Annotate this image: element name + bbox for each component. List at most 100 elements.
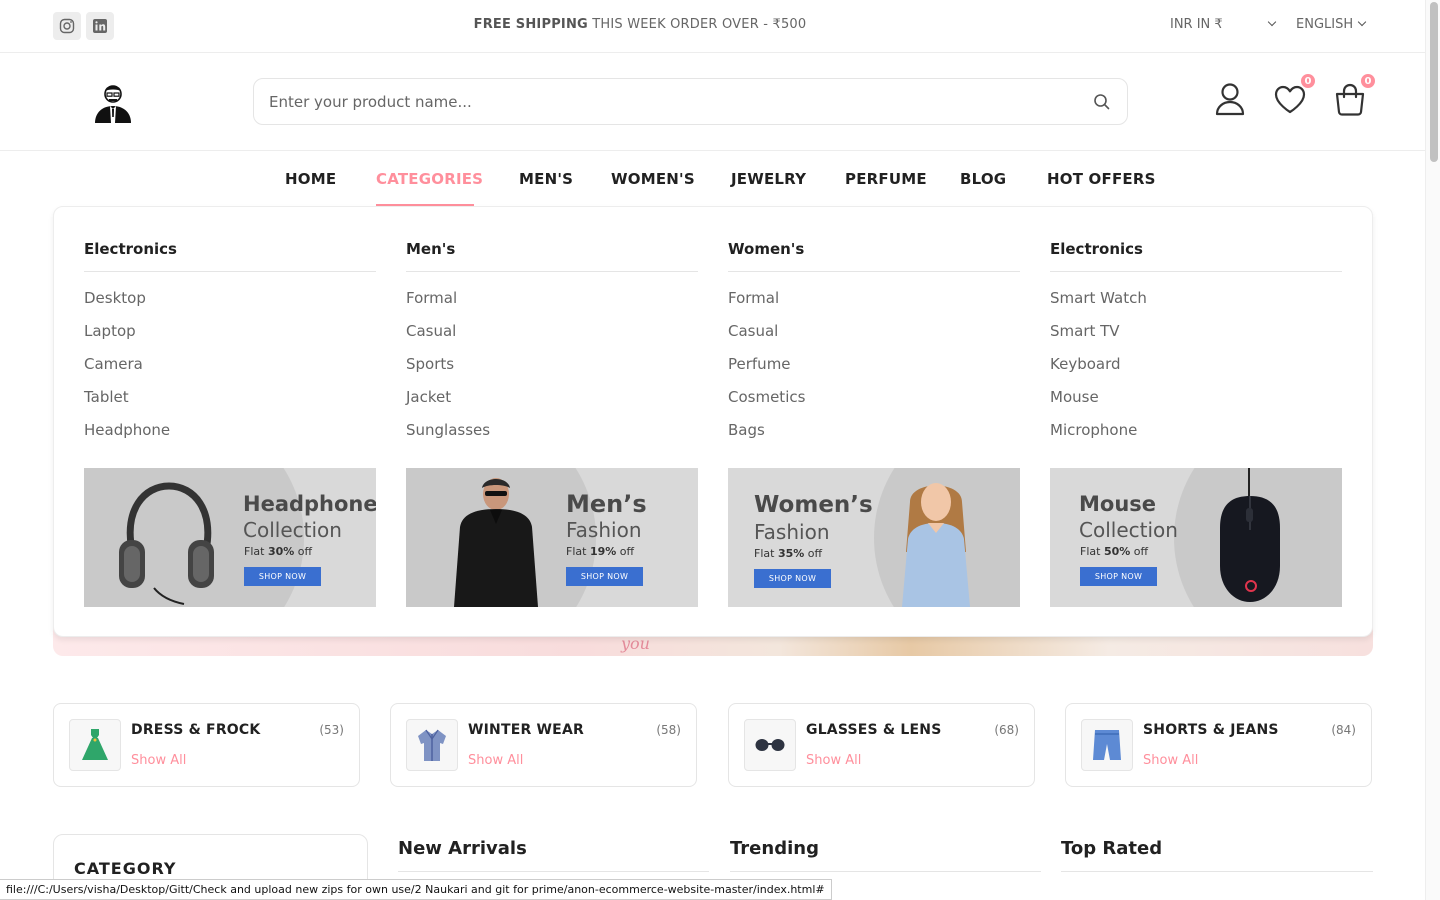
- dropdown-link[interactable]: Perfume: [728, 355, 1020, 388]
- mouse-banner[interactable]: Mouse Collection Flat 50% off SHOP NOW: [1050, 468, 1342, 607]
- banner-discount-value: 30%: [267, 545, 295, 558]
- headphone-banner[interactable]: Headphone Collection Flat 30% off SHOP N…: [84, 468, 376, 607]
- dropdown-link[interactable]: Laptop: [84, 322, 376, 355]
- section-title-trending: Trending: [730, 838, 819, 859]
- dropdown-link[interactable]: Keyboard: [1050, 355, 1342, 388]
- main-header: 0 0: [0, 53, 1425, 151]
- shipping-message-bold: FREE SHIPPING: [473, 17, 588, 32]
- category-card[interactable]: DRESS & FROCK (53) Show All: [53, 703, 360, 787]
- nav-home[interactable]: HOME: [285, 170, 336, 188]
- show-all-link[interactable]: Show All: [806, 753, 861, 768]
- show-all-link[interactable]: Show All: [131, 753, 186, 768]
- dropdown-link[interactable]: Microphone: [1050, 421, 1342, 454]
- dropdown-link[interactable]: Cosmetics: [728, 388, 1020, 421]
- user-icon[interactable]: [1212, 81, 1248, 117]
- language-value: ENGLISH: [1296, 17, 1354, 32]
- mens-fashion-banner[interactable]: Men’s Fashion Flat 19% off SHOP NOW: [406, 468, 698, 607]
- dropdown-link[interactable]: Camera: [84, 355, 376, 388]
- section-divider: [730, 871, 1041, 872]
- language-select[interactable]: ENGLISH: [1296, 17, 1367, 32]
- banner-subheading: Collection: [1079, 518, 1178, 542]
- banner-heading: Headphone: [243, 492, 376, 516]
- nav-womens[interactable]: WOMEN'S: [611, 170, 695, 188]
- banner-discount: Flat 19% off: [566, 545, 634, 558]
- wishlist-icon[interactable]: 0: [1272, 73, 1316, 117]
- nav-hot-offers[interactable]: HOT OFFERS: [1047, 170, 1156, 188]
- dropdown-link[interactable]: Casual: [728, 322, 1020, 355]
- category-card[interactable]: WINTER WEAR (58) Show All: [390, 703, 697, 787]
- search-input[interactable]: [254, 79, 1054, 124]
- man-image: [454, 478, 538, 607]
- banner-subheading: Collection: [243, 518, 342, 542]
- nav-jewelry[interactable]: JEWELRY: [731, 170, 806, 188]
- scrollbar-thumb[interactable]: [1430, 2, 1438, 162]
- main-nav: HOME CATEGORIES MEN'S WOMEN'S JEWELRY PE…: [0, 151, 1425, 206]
- top-bar: FREE SHIPPING THIS WEEK ORDER OVER - ₹50…: [0, 0, 1425, 53]
- dress-icon: [69, 719, 121, 771]
- section-divider: [1061, 871, 1373, 872]
- show-all-link[interactable]: Show All: [1143, 753, 1198, 768]
- glasses-icon: [744, 719, 796, 771]
- show-all-link[interactable]: Show All: [468, 753, 523, 768]
- shipping-message: FREE SHIPPING THIS WEEK ORDER OVER - ₹50…: [0, 17, 1280, 32]
- category-card[interactable]: GLASSES & LENS (68) Show All: [728, 703, 1035, 787]
- site-logo[interactable]: [92, 83, 134, 123]
- banner-off-label: off: [1130, 545, 1149, 558]
- sidebar-title: CATEGORY: [74, 859, 177, 878]
- search-icon[interactable]: [1093, 93, 1111, 111]
- page-scrollbar[interactable]: [1425, 0, 1440, 900]
- shop-now-button[interactable]: SHOP NOW: [244, 567, 321, 586]
- dropdown-link[interactable]: Smart Watch: [1050, 289, 1342, 322]
- dropdown-link[interactable]: Formal: [406, 289, 698, 322]
- banner-heading: Mouse: [1079, 492, 1157, 516]
- nav-perfume[interactable]: PERFUME: [845, 170, 927, 188]
- wishlist-count-badge: 0: [1300, 73, 1316, 89]
- dropdown-link[interactable]: Tablet: [84, 388, 376, 421]
- banner-discount: Flat 50% off: [1080, 545, 1148, 558]
- shop-now-button[interactable]: SHOP NOW: [566, 567, 643, 586]
- nav-mens[interactable]: MEN'S: [519, 170, 573, 188]
- dropdown-link[interactable]: Mouse: [1050, 388, 1342, 421]
- category-title: WINTER WEAR: [468, 722, 584, 738]
- banner-discount-value: 19%: [589, 545, 617, 558]
- banner-flat-label: Flat: [754, 547, 778, 560]
- banner-discount-value: 50%: [1103, 545, 1131, 558]
- dropdown-link[interactable]: Casual: [406, 322, 698, 355]
- shop-now-button[interactable]: SHOP NOW: [754, 569, 831, 588]
- category-count: (84): [1331, 723, 1356, 737]
- banner-heading: Men’s: [566, 490, 647, 518]
- column-title: Men's: [406, 240, 698, 272]
- dropdown-column: Men's Formal Casual Sports Jacket Sungla…: [406, 240, 698, 454]
- section-title-new-arrivals: New Arrivals: [398, 838, 527, 859]
- cart-icon[interactable]: 0: [1332, 73, 1376, 117]
- dropdown-link[interactable]: Smart TV: [1050, 322, 1342, 355]
- dropdown-link[interactable]: Formal: [728, 289, 1020, 322]
- womens-fashion-banner[interactable]: Women’s Fashion Flat 35% off SHOP NOW: [728, 468, 1020, 607]
- nav-blog[interactable]: BLOG: [960, 170, 1006, 188]
- dropdown-link[interactable]: Bags: [728, 421, 1020, 454]
- shorts-icon: [1081, 719, 1133, 771]
- banner-subheading: Fashion: [754, 520, 830, 544]
- browser-status-bar: file:///C:/Users/visha/Desktop/Gitt/Chec…: [0, 879, 832, 900]
- nav-categories[interactable]: CATEGORIES: [376, 170, 483, 188]
- dropdown-link[interactable]: Jacket: [406, 388, 698, 421]
- dropdown-link[interactable]: Headphone: [84, 421, 376, 454]
- chevron-down-icon: [1357, 17, 1367, 27]
- banner-discount: Flat 30% off: [244, 545, 312, 558]
- banner-flat-label: Flat: [244, 545, 268, 558]
- dropdown-link[interactable]: Desktop: [84, 289, 376, 322]
- category-card[interactable]: SHORTS & JEANS (84) Show All: [1065, 703, 1372, 787]
- banner-discount: Flat 35% off: [754, 547, 822, 560]
- search-bar: [253, 78, 1128, 125]
- column-title: Electronics: [1050, 240, 1342, 272]
- currency-select[interactable]: INR IN ₹: [1170, 17, 1276, 32]
- banner-off-label: off: [616, 545, 635, 558]
- headphone-image: [119, 482, 214, 605]
- dropdown-link[interactable]: Sports: [406, 355, 698, 388]
- coat-icon: [406, 719, 458, 771]
- section-divider: [398, 871, 709, 872]
- banner-subheading: Fashion: [566, 518, 642, 542]
- shop-now-button[interactable]: SHOP NOW: [1080, 567, 1157, 586]
- category-count: (53): [319, 723, 344, 737]
- dropdown-link[interactable]: Sunglasses: [406, 421, 698, 454]
